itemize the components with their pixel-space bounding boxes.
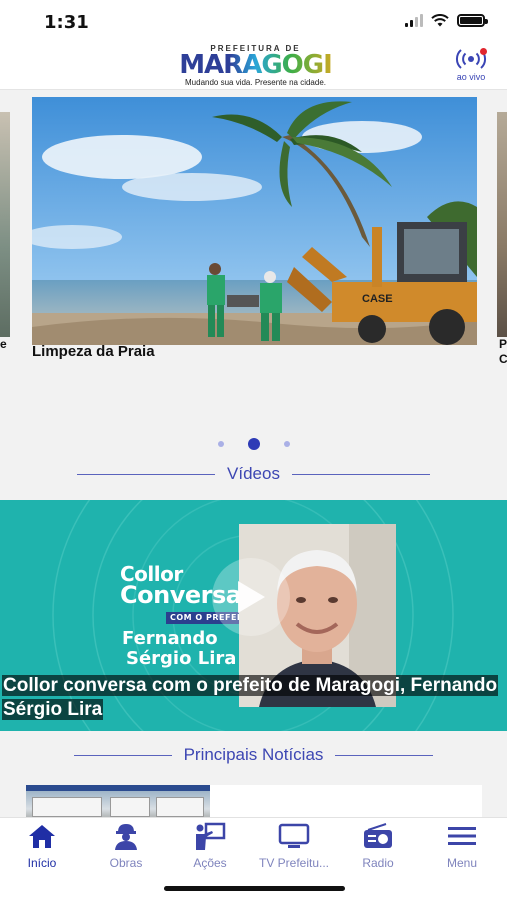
news-carousel[interactable]: e CASE Limpeza da Praia P C [0, 97, 507, 367]
tv-icon [278, 823, 310, 848]
tab-label: Ações [193, 856, 227, 870]
live-indicator-dot [480, 48, 487, 55]
next-slide-caption: P C [499, 337, 507, 366]
tab-label: Radio [362, 856, 394, 870]
live-button[interactable]: ao vivo [453, 48, 489, 82]
prefeitura-logo[interactable]: PREFEITURA DE MARAGOGI Mudando sua vida.… [168, 44, 343, 87]
status-time: 1:31 [44, 12, 89, 33]
worker-icon [115, 824, 137, 850]
status-bar: 1:31 [0, 0, 507, 44]
tab-label: Menu [446, 856, 478, 870]
prev-slide-caption: e [0, 337, 7, 351]
tab-label: Obras [109, 856, 143, 870]
carousel-next-slide[interactable] [497, 112, 507, 337]
pagination-dot[interactable] [283, 441, 290, 447]
divider-line [77, 473, 216, 475]
battery-icon [457, 14, 488, 27]
news-section-title: Principais Notícias [183, 745, 324, 764]
carousel-pagination [0, 438, 507, 450]
video-title-text: Collor conversa com o prefeito de Marago… [2, 675, 499, 720]
status-icons [405, 14, 488, 27]
carousel-current-slide[interactable]: CASE [32, 97, 477, 345]
carousel-prev-slide[interactable] [0, 112, 10, 337]
radio-icon [364, 823, 392, 848]
pagination-dot-active[interactable] [247, 438, 260, 450]
video-title[interactable]: Collor conversa com o prefeito de Marago… [0, 671, 507, 725]
tab-menu[interactable]: Menu [420, 822, 504, 870]
beach-cleaning-photo: CASE [32, 97, 477, 345]
home-icon [29, 825, 55, 848]
play-button[interactable] [212, 558, 290, 636]
tab-tv-prefeitura[interactable]: TV Prefeitu... [252, 822, 336, 870]
pagination-dot[interactable] [217, 441, 224, 447]
home-indicator[interactable] [164, 886, 345, 891]
play-icon [238, 581, 265, 613]
wifi-icon [431, 14, 449, 27]
brand-name2: Sérgio Lira [126, 648, 237, 669]
videos-section-title: Vídeos [227, 464, 280, 483]
tab-obras[interactable]: Obras [84, 822, 168, 870]
svg-text:CASE: CASE [362, 293, 393, 305]
current-slide-caption[interactable]: Limpeza da Praia [32, 343, 155, 360]
logo-slogan: Mudando sua vida. Presente na cidade. [185, 78, 326, 87]
news-section-header: Principais Notícias [0, 745, 507, 765]
presentation-icon [196, 822, 226, 850]
tab-label: Início [27, 856, 57, 870]
cellular-signal-icon [405, 14, 423, 27]
divider-line [291, 473, 430, 475]
tab-acoes[interactable]: Ações [168, 822, 252, 870]
tab-inicio[interactable]: Início [0, 822, 84, 870]
menu-icon [448, 827, 476, 845]
app-header: PREFEITURA DE MARAGOGI Mudando sua vida.… [0, 44, 507, 90]
live-label: ao vivo [456, 72, 486, 82]
tab-radio[interactable]: Radio [336, 822, 420, 870]
divider-line [335, 754, 434, 756]
featured-video[interactable]: Collor Conversa COM O PREFEITO Fernando … [0, 500, 507, 731]
tab-label: TV Prefeitu... [258, 856, 330, 870]
divider-line [73, 754, 172, 756]
logo-main-text: MARAGOGI [168, 52, 343, 78]
videos-section-header: Vídeos [0, 464, 507, 484]
